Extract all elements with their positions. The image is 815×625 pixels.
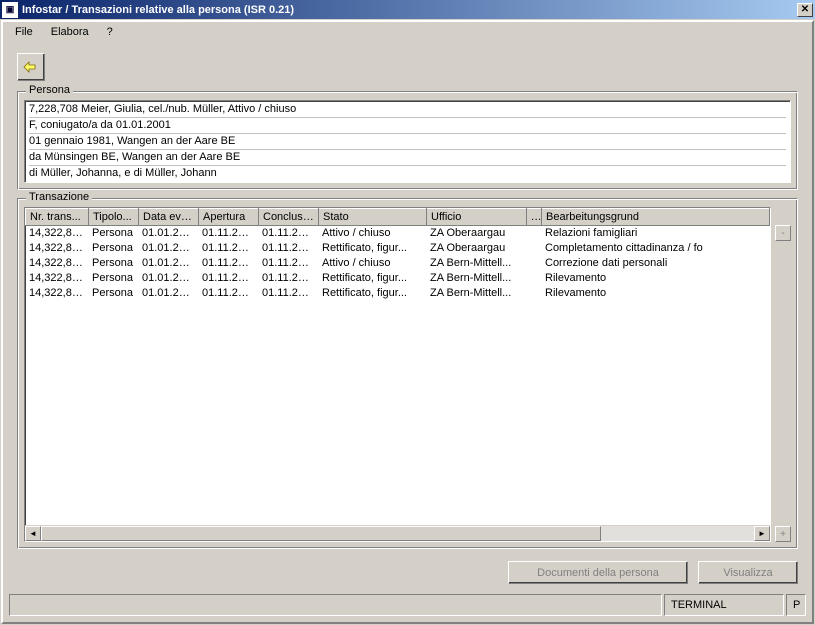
- side-buttons: - +: [775, 207, 791, 542]
- app-icon: ▣: [2, 2, 18, 18]
- cell-ufficio: ZA Bern-Mittell...: [426, 256, 526, 271]
- col-dataev[interactable]: Data eve...: [139, 209, 199, 226]
- table-row[interactable]: 14,322,845Persona01.01.200101.11.201101.…: [25, 286, 770, 301]
- status-terminal: TERMINAL: [664, 594, 784, 616]
- menu-file[interactable]: File: [7, 24, 41, 40]
- col-nr[interactable]: Nr. trans...: [26, 209, 89, 226]
- cell-ufficio: ZA Bern-Mittell...: [426, 286, 526, 301]
- cell-stato: Rettificato, figur...: [318, 286, 426, 301]
- scroll-left-button[interactable]: ◄: [25, 526, 41, 541]
- persona-fieldset: Persona 7,228,708 Meier, Giulia, cel./nu…: [17, 91, 798, 190]
- cell-tipo: Persona: [88, 256, 138, 271]
- back-arrow-icon: [23, 60, 39, 74]
- cell-stato: Rettificato, figur...: [318, 241, 426, 256]
- window-title: Infostar / Transazioni relative alla per…: [22, 4, 797, 16]
- bottom-buttons: Documenti della persona Visualizza: [3, 553, 812, 592]
- cell-tipo: Persona: [88, 241, 138, 256]
- cell-bearb: Completamento cittadinanza / fo: [541, 241, 770, 256]
- documenti-button[interactable]: Documenti della persona: [508, 561, 688, 584]
- close-button[interactable]: ✕: [797, 3, 813, 17]
- scroll-right-button[interactable]: ►: [754, 526, 770, 541]
- cell-dots: [526, 271, 541, 286]
- col-dots[interactable]: ...: [527, 209, 542, 226]
- visualizza-button[interactable]: Visualizza: [698, 561, 798, 584]
- col-ufficio[interactable]: Ufficio: [427, 209, 527, 226]
- cell-dots: [526, 241, 541, 256]
- cell-dataev: 01.01.2001: [138, 286, 198, 301]
- col-tipo[interactable]: Tipolo...: [89, 209, 139, 226]
- col-conclusi[interactable]: Conclusi...: [259, 209, 319, 226]
- toolbar-back-button[interactable]: [17, 53, 45, 81]
- menu-help[interactable]: ?: [99, 24, 121, 40]
- persona-line: 7,228,708 Meier, Giulia, cel./nub. Mülle…: [29, 102, 786, 118]
- cell-nr: 14,322,845: [25, 286, 88, 301]
- status-main: [9, 594, 662, 616]
- cell-apertura: 01.11.2011: [198, 226, 258, 241]
- table-row[interactable]: 14,322,846Persona01.01.200101.11.201101.…: [25, 271, 770, 286]
- cell-ufficio: ZA Bern-Mittell...: [426, 271, 526, 286]
- transazione-legend: Transazione: [26, 191, 92, 203]
- window-frame: File Elabora ? Persona 7,228,708 Meier, …: [1, 20, 814, 624]
- cell-conclusi: 01.11.2011: [258, 286, 318, 301]
- h-scrollbar[interactable]: ◄ ►: [25, 525, 770, 541]
- cell-ufficio: ZA Oberaargau: [426, 241, 526, 256]
- titlebar: ▣ Infostar / Transazioni relative alla p…: [0, 0, 815, 19]
- cell-tipo: Persona: [88, 286, 138, 301]
- table-header-row: Nr. trans... Tipolo... Data eve... Apert…: [26, 209, 770, 226]
- persona-box: 7,228,708 Meier, Giulia, cel./nub. Mülle…: [24, 100, 791, 183]
- cell-stato: Attivo / chiuso: [318, 256, 426, 271]
- table-row[interactable]: 14,322,850Persona01.01.200101.11.201101.…: [25, 226, 770, 241]
- collapse-button[interactable]: -: [775, 225, 791, 241]
- cell-nr: 14,322,846: [25, 271, 88, 286]
- persona-line: di Müller, Johanna, e di Müller, Johann: [29, 166, 786, 181]
- cell-dataev: 01.01.2001: [138, 271, 198, 286]
- cell-nr: 14,322,847: [25, 256, 88, 271]
- cell-nr: 14,322,850: [25, 226, 88, 241]
- menu-elabora[interactable]: Elabora: [43, 24, 97, 40]
- scroll-thumb[interactable]: [41, 526, 601, 541]
- status-p: P: [786, 594, 806, 616]
- cell-nr: 14,322,848: [25, 241, 88, 256]
- cell-bearb: Correzione dati personali: [541, 256, 770, 271]
- cell-apertura: 01.11.2011: [198, 271, 258, 286]
- transazione-fieldset: Transazione Nr. trans... Tipolo... Data …: [17, 198, 798, 549]
- table-row[interactable]: 14,322,847Persona01.01.200101.11.201101.…: [25, 256, 770, 271]
- persona-line: F, coniugato/a da 01.01.2001: [29, 118, 786, 134]
- expand-button[interactable]: +: [775, 526, 791, 542]
- col-stato[interactable]: Stato: [319, 209, 427, 226]
- cell-stato: Rettificato, figur...: [318, 271, 426, 286]
- cell-apertura: 01.11.2011: [198, 256, 258, 271]
- cell-tipo: Persona: [88, 226, 138, 241]
- cell-dots: [526, 286, 541, 301]
- cell-apertura: 01.11.2011: [198, 241, 258, 256]
- cell-stato: Attivo / chiuso: [318, 226, 426, 241]
- cell-bearb: Rilevamento: [541, 286, 770, 301]
- cell-dataev: 01.01.2001: [138, 241, 198, 256]
- scroll-track[interactable]: [41, 526, 754, 541]
- menubar: File Elabora ?: [3, 22, 812, 41]
- transactions-table: Nr. trans... Tipolo... Data eve... Apert…: [24, 207, 771, 542]
- cell-apertura: 01.11.2011: [198, 286, 258, 301]
- cell-dots: [526, 226, 541, 241]
- cell-conclusi: 01.11.2011: [258, 256, 318, 271]
- cell-conclusi: 01.11.2011: [258, 271, 318, 286]
- toolbar: [3, 41, 812, 87]
- col-bearb[interactable]: Bearbeitungsgrund: [542, 209, 770, 226]
- table-row[interactable]: 14,322,848Persona01.01.200101.11.201101.…: [25, 241, 770, 256]
- cell-dataev: 01.01.2001: [138, 256, 198, 271]
- persona-legend: Persona: [26, 84, 73, 96]
- persona-line: 01 gennaio 1981, Wangen an der Aare BE: [29, 134, 786, 150]
- persona-line: da Münsingen BE, Wangen an der Aare BE: [29, 150, 786, 166]
- col-apertura[interactable]: Apertura: [199, 209, 259, 226]
- cell-dots: [526, 256, 541, 271]
- cell-bearb: Relazioni famigliari: [541, 226, 770, 241]
- cell-bearb: Rilevamento: [541, 271, 770, 286]
- cell-conclusi: 01.11.2011: [258, 226, 318, 241]
- cell-ufficio: ZA Oberaargau: [426, 226, 526, 241]
- cell-tipo: Persona: [88, 271, 138, 286]
- table-body[interactable]: 14,322,850Persona01.01.200101.11.201101.…: [25, 226, 770, 525]
- cell-conclusi: 01.11.2011: [258, 241, 318, 256]
- statusbar: TERMINAL P: [9, 594, 806, 616]
- cell-dataev: 01.01.2001: [138, 226, 198, 241]
